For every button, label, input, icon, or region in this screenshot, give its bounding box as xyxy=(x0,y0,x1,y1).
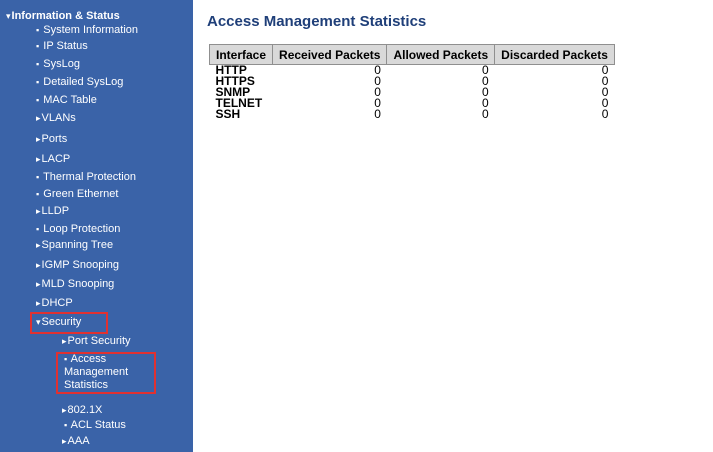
allowed-packets-cell: 0 xyxy=(481,63,489,77)
collapsed-arrow-icon: ▸ xyxy=(36,240,41,250)
received-packets-cell: 0 xyxy=(374,107,381,121)
sidebar-item-label: MLD Snooping xyxy=(41,278,115,290)
sidebar-item-syslog[interactable]: ▪ SysLog xyxy=(36,58,80,71)
discarded-packets-cell: 0 xyxy=(601,107,609,121)
allowed-packets-cell: 0 xyxy=(481,74,489,88)
sidebar-item-label: AAA xyxy=(67,435,90,447)
bullet-icon: ▪ xyxy=(36,41,40,51)
sidebar-item-mld-snooping[interactable]: ▸MLD Snooping xyxy=(36,278,114,291)
bullet-icon: ▪ xyxy=(64,420,68,430)
sidebar-item-green-ethernet[interactable]: ▪ Green Ethernet xyxy=(36,188,118,201)
sidebar-item-label: Access Management Statistics xyxy=(64,353,129,391)
sidebar-item-label: Port Security xyxy=(67,335,131,347)
sidebar-item-label: Detailed SysLog xyxy=(43,76,124,88)
collapsed-arrow-icon: ▸ xyxy=(62,405,67,415)
sidebar-item-igmp-snooping[interactable]: ▸IGMP Snooping xyxy=(36,259,119,272)
discarded-packets-cell: 0 xyxy=(601,63,609,77)
collapsed-arrow-icon: ▸ xyxy=(36,260,41,270)
access-management-statistics-table: Interface Received Packets Allowed Packe… xyxy=(208,44,615,121)
column-header-received-packets: Received Packets xyxy=(272,44,388,65)
collapsed-arrow-icon: ▸ xyxy=(62,336,67,346)
sidebar-item-ip-status[interactable]: ▪ IP Status xyxy=(36,40,88,53)
sidebar-item-loop-protection[interactable]: ▪ Loop Protection xyxy=(36,223,120,236)
bullet-icon: ▪ xyxy=(36,172,40,182)
sidebar-item-label: Ports xyxy=(41,133,68,145)
sidebar-item-label: IP Status xyxy=(43,40,88,52)
allowed-packets-cell: 0 xyxy=(481,85,489,99)
collapsed-arrow-icon: ▸ xyxy=(36,134,41,144)
sidebar-item-label: DHCP xyxy=(41,297,73,309)
sidebar-item-label: LACP xyxy=(41,153,71,165)
sidebar-item-ports[interactable]: ▸Ports xyxy=(36,133,67,146)
sidebar-item-detailed-syslog[interactable]: ▪ Detailed SysLog xyxy=(36,76,123,89)
collapsed-arrow-icon: ▸ xyxy=(36,206,41,216)
sidebar-item-label: Information & Status xyxy=(11,10,120,22)
sidebar-item-information-status[interactable]: ▾Information & Status xyxy=(6,10,120,23)
sidebar-item-acl-status[interactable]: ▪ ACL Status xyxy=(64,419,126,432)
sidebar-item-vlans[interactable]: ▸VLANs xyxy=(36,112,76,125)
allowed-packets-cell: 0 xyxy=(481,96,489,110)
collapsed-arrow-icon: ▸ xyxy=(36,154,41,164)
received-packets-cell: 0 xyxy=(374,96,381,110)
sidebar-item-label: VLANs xyxy=(41,112,76,124)
sidebar-item-label: SysLog xyxy=(43,58,80,70)
sidebar-item-802-1x[interactable]: ▸802.1X xyxy=(62,404,102,417)
sidebar-item-label: Security xyxy=(41,316,82,328)
sidebar-item-security[interactable]: ▾Security xyxy=(36,316,81,329)
collapsed-arrow-icon: ▸ xyxy=(36,298,41,308)
sidebar-item-label: Green Ethernet xyxy=(43,188,119,200)
sidebar-item-access-management-statistics[interactable]: ▪ Access Management Statistics xyxy=(64,353,146,392)
column-header-allowed-packets: Allowed Packets xyxy=(386,44,496,65)
column-header-interface: Interface xyxy=(208,44,274,65)
received-packets-cell: 0 xyxy=(374,63,381,77)
received-packets-cell: 0 xyxy=(374,85,381,99)
sidebar-item-dhcp[interactable]: ▸DHCP xyxy=(36,297,73,310)
sidebar-item-port-security[interactable]: ▸Port Security xyxy=(62,335,131,348)
bullet-icon: ▪ xyxy=(36,224,40,234)
sidebar-item-label: Spanning Tree xyxy=(41,239,114,251)
expanded-arrow-icon: ▾ xyxy=(6,11,11,21)
bullet-icon: ▪ xyxy=(36,77,40,87)
bullet-icon: ▪ xyxy=(36,95,40,105)
sidebar-item-label: System Information xyxy=(43,24,139,36)
table-row: TELNET 0 0 0 xyxy=(210,96,615,110)
sidebar-item-label: 802.1X xyxy=(67,404,103,416)
table-row: SSH 0 0 0 xyxy=(210,107,615,121)
collapsed-arrow-icon: ▸ xyxy=(62,436,67,446)
collapsed-arrow-icon: ▸ xyxy=(36,113,41,123)
discarded-packets-cell: 0 xyxy=(601,74,609,88)
table-header-row: Interface Received Packets Allowed Packe… xyxy=(208,44,615,65)
sidebar-nav: ▾Information & Status ▪ System Informati… xyxy=(0,0,193,452)
bullet-icon: ▪ xyxy=(64,354,68,364)
main-content: Access Management Statistics Interface R… xyxy=(193,0,713,452)
sidebar-item-spanning-tree[interactable]: ▸Spanning Tree xyxy=(36,239,113,252)
collapsed-arrow-icon: ▸ xyxy=(36,279,41,289)
sidebar-item-system-information[interactable]: ▪ System Information xyxy=(36,24,138,37)
sidebar-item-label: Thermal Protection xyxy=(43,171,136,183)
bullet-icon: ▪ xyxy=(36,189,40,199)
page-title: Access Management Statistics xyxy=(207,13,427,30)
table-row: SNMP 0 0 0 xyxy=(210,85,615,99)
sidebar-item-label: IGMP Snooping xyxy=(41,259,119,271)
bullet-icon: ▪ xyxy=(36,25,40,35)
table-row: HTTP 0 0 0 xyxy=(210,63,615,77)
sidebar-item-aaa[interactable]: ▸AAA xyxy=(62,435,90,448)
sidebar-item-label: LLDP xyxy=(41,205,70,217)
discarded-packets-cell: 0 xyxy=(601,96,609,110)
received-packets-cell: 0 xyxy=(374,74,381,88)
sidebar-item-lacp[interactable]: ▸LACP xyxy=(36,153,70,166)
column-header-discarded-packets: Discarded Packets xyxy=(494,44,615,65)
bullet-icon: ▪ xyxy=(36,59,40,69)
table-row: HTTPS 0 0 0 xyxy=(210,74,615,88)
sidebar-item-thermal-protection[interactable]: ▪ Thermal Protection xyxy=(36,171,136,184)
interface-cell: SSH xyxy=(215,107,241,121)
discarded-packets-cell: 0 xyxy=(601,85,609,99)
sidebar-item-label: Loop Protection xyxy=(43,223,121,235)
allowed-packets-cell: 0 xyxy=(481,107,489,121)
sidebar-item-label: ACL Status xyxy=(70,419,126,431)
expanded-arrow-icon: ▾ xyxy=(36,317,41,327)
sidebar-item-mac-table[interactable]: ▪ MAC Table xyxy=(36,94,97,107)
sidebar-item-label: MAC Table xyxy=(43,94,97,106)
sidebar-item-lldp[interactable]: ▸LLDP xyxy=(36,205,69,218)
